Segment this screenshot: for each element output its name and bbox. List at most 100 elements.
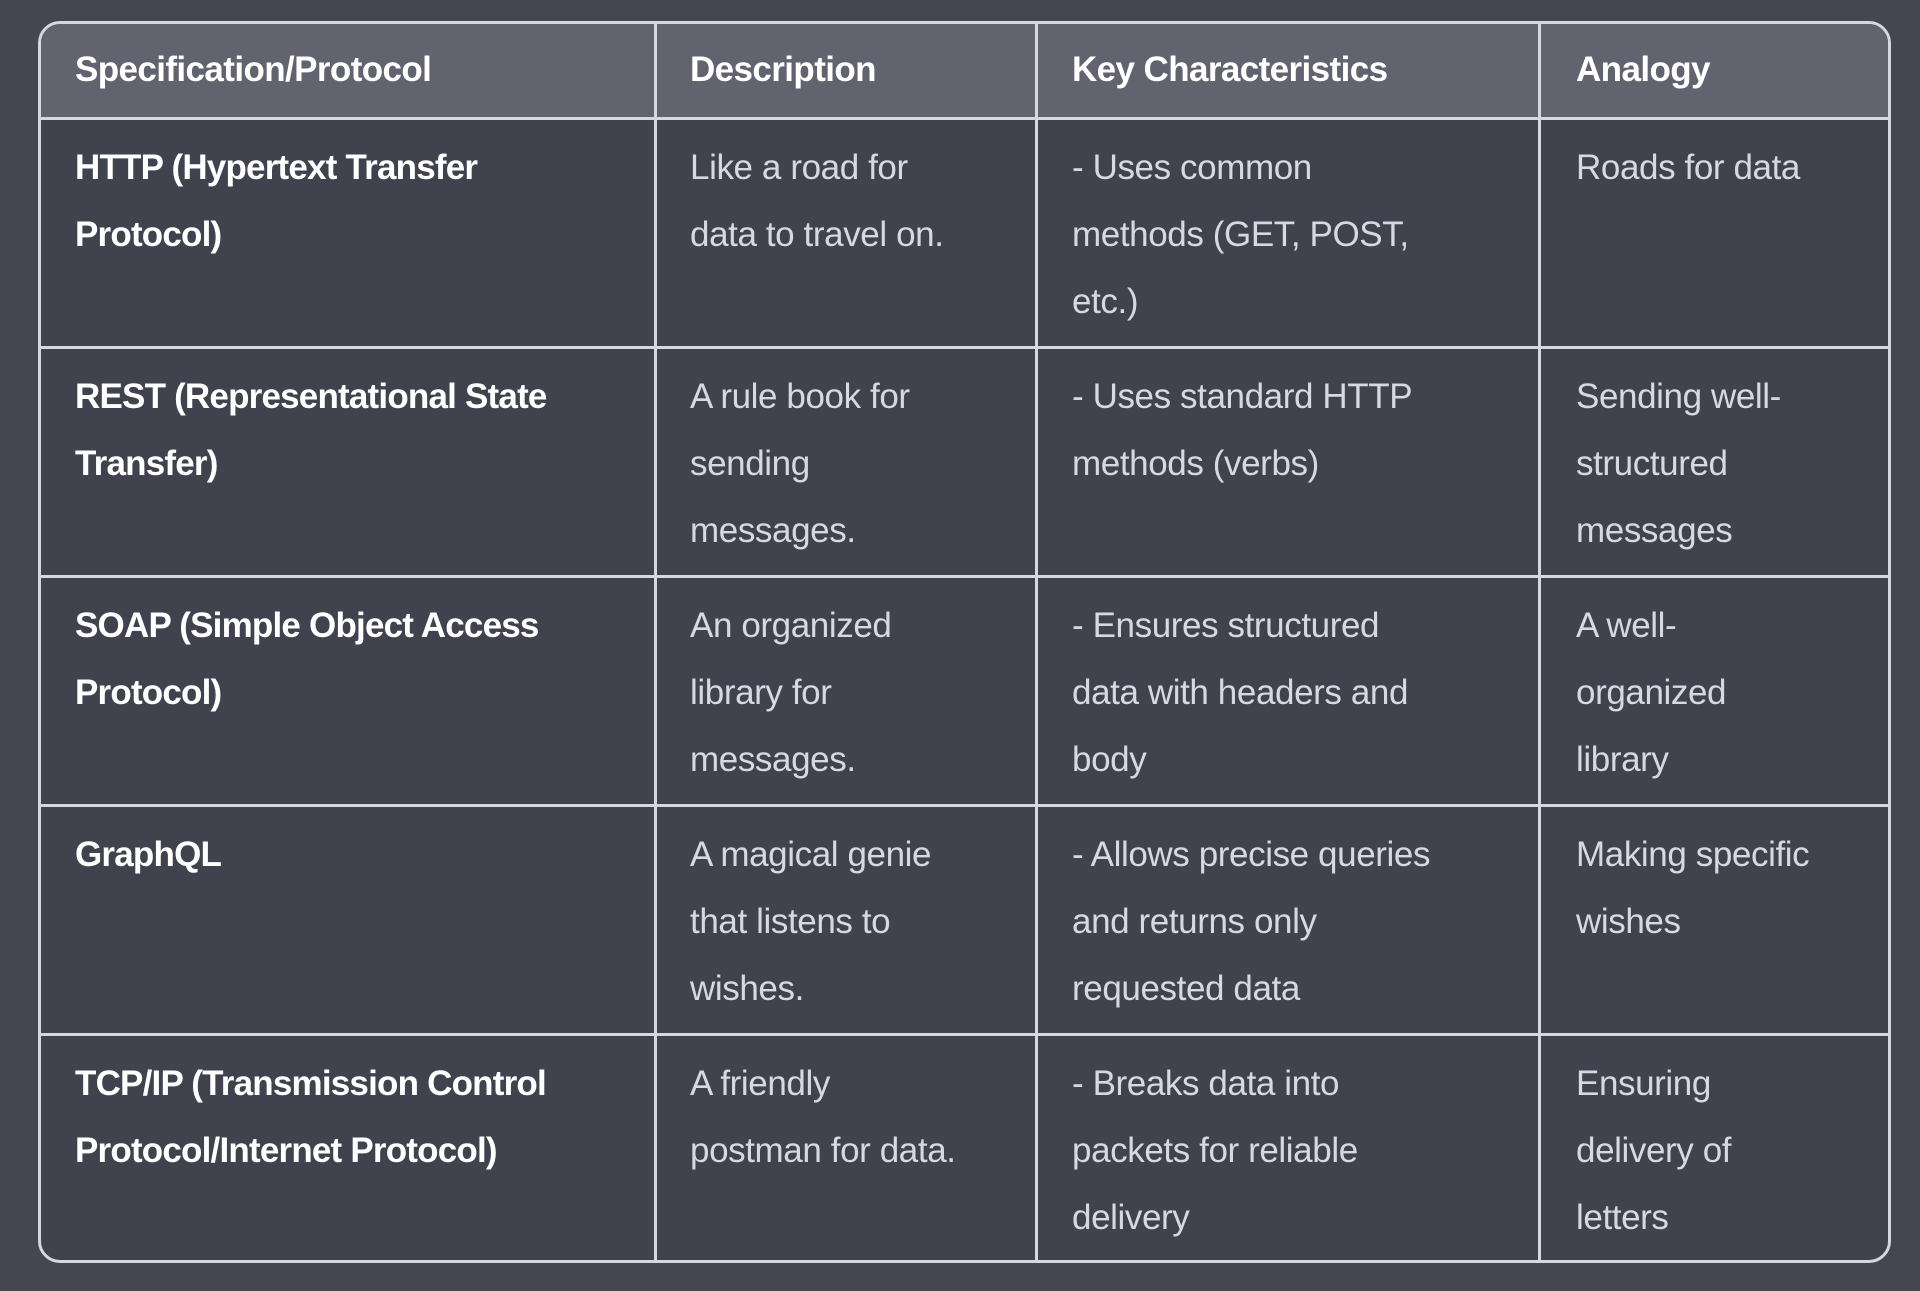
analogy-cell: Making specific wishes bbox=[1541, 807, 1888, 1033]
cell-text-line: SOAP (Simple Object Access bbox=[75, 606, 539, 645]
cell-text-line: Roads for data bbox=[1576, 148, 1800, 187]
table-row: SOAP (Simple Object Access Protocol) An or… bbox=[41, 578, 1888, 807]
table-row: GraphQL A magical genie that listens to wis… bbox=[41, 807, 1888, 1036]
spec-cell: REST (Representational State Transfer) bbox=[41, 349, 654, 575]
analogy-cell: A well-organized library bbox=[1541, 578, 1888, 804]
spec-cell: GraphQL bbox=[41, 807, 654, 1033]
cell-text-line: library for bbox=[690, 673, 832, 712]
cell-text-line: methods (GET, POST, bbox=[1072, 215, 1409, 254]
protocol-comparison-table: Specification/Protocol Description Key C… bbox=[38, 21, 1891, 1263]
cell-text-line: delivery of bbox=[1576, 1131, 1732, 1170]
analogy-cell: Ensuring delivery of letters bbox=[1541, 1036, 1888, 1260]
characteristics-cell: - Uses standard HTTP methods (verbs) bbox=[1038, 349, 1538, 575]
description-cell: A rule book for sending messages. bbox=[657, 349, 1035, 575]
cell-text: REST (Representational State Transfer) bbox=[75, 363, 547, 497]
header-cell-analogy: Analogy bbox=[1541, 24, 1888, 117]
spec-cell: SOAP (Simple Object Access Protocol) bbox=[41, 578, 654, 804]
cell-text: Like a road for data to travel on. bbox=[690, 134, 944, 268]
cell-text: Ensuring delivery of letters bbox=[1576, 1050, 1732, 1251]
cell-text-line: postman for data. bbox=[690, 1131, 956, 1170]
cell-text-line: letters bbox=[1576, 1198, 1669, 1237]
header-label: Description bbox=[690, 50, 877, 89]
cell-text-line: data to travel on. bbox=[690, 215, 944, 254]
characteristics-cell: - Breaks data into packets for reliable de… bbox=[1038, 1036, 1538, 1260]
characteristics-cell: - Ensures structured data with headers an… bbox=[1038, 578, 1538, 804]
cell-text: GraphQL bbox=[75, 821, 222, 888]
cell-text: SOAP (Simple Object Access Protocol) bbox=[75, 592, 539, 726]
header-cell-specification: Specification/Protocol bbox=[41, 24, 654, 117]
cell-text-line: messages bbox=[1576, 511, 1733, 550]
description-cell: Like a road for data to travel on. bbox=[657, 120, 1035, 346]
cell-text-line: - Ensures structured bbox=[1072, 606, 1380, 645]
cell-text: Sending well-structured messages bbox=[1576, 363, 1781, 564]
cell-text: TCP/IP (Transmission Control Protocol/Int… bbox=[75, 1050, 547, 1184]
cell-text: HTTP (Hypertext Transfer Protocol) bbox=[75, 134, 478, 268]
cell-text: Making specific wishes bbox=[1576, 821, 1810, 955]
cell-text: - Ensures structured data with headers an… bbox=[1072, 592, 1408, 793]
cell-text: An organized library for messages. bbox=[690, 592, 892, 793]
cell-text-line: An organized bbox=[690, 606, 892, 645]
cell-text-line: library bbox=[1576, 740, 1669, 779]
cell-text-line: messages. bbox=[690, 511, 856, 550]
cell-text-line: Making specific bbox=[1576, 835, 1810, 874]
cell-text-line: HTTP (Hypertext Transfer bbox=[75, 148, 478, 187]
cell-text: - Uses standard HTTP methods (verbs) bbox=[1072, 363, 1413, 497]
header-label: Key Characteristics bbox=[1072, 50, 1388, 89]
cell-text-line: that listens to bbox=[690, 902, 891, 941]
analogy-cell: Roads for data bbox=[1541, 120, 1888, 346]
cell-text: A friendly postman for data. bbox=[690, 1050, 956, 1184]
table-row: TCP/IP (Transmission Control Protocol/Int… bbox=[41, 1036, 1888, 1260]
cell-text-line: sending bbox=[690, 444, 810, 483]
cell-text-line: Sending well- bbox=[1576, 377, 1781, 416]
cell-text-line: A friendly bbox=[690, 1064, 830, 1103]
characteristics-cell: - Uses common methods (GET, POST, etc.) bbox=[1038, 120, 1538, 346]
description-cell: An organized library for messages. bbox=[657, 578, 1035, 804]
cell-text-line: organized bbox=[1576, 673, 1727, 712]
header-label: Analogy bbox=[1576, 50, 1710, 89]
cell-text-line: - Allows precise queries bbox=[1072, 835, 1431, 874]
cell-text-line: requested data bbox=[1072, 969, 1300, 1008]
table-header-row: Specification/Protocol Description Key C… bbox=[41, 24, 1888, 120]
cell-text-line: structured bbox=[1576, 444, 1728, 483]
cell-text-line: packets for reliable bbox=[1072, 1131, 1358, 1170]
cell-text: A well-organized library bbox=[1576, 592, 1727, 793]
cell-text-line: Protocol/Internet Protocol) bbox=[75, 1131, 498, 1170]
cell-text-line: - Uses common bbox=[1072, 148, 1312, 187]
spec-cell: HTTP (Hypertext Transfer Protocol) bbox=[41, 120, 654, 346]
spec-cell: TCP/IP (Transmission Control Protocol/Int… bbox=[41, 1036, 654, 1260]
cell-text: - Breaks data into packets for reliable de… bbox=[1072, 1050, 1358, 1251]
cell-text-line: A rule book for bbox=[690, 377, 910, 416]
cell-text-line: A well- bbox=[1576, 606, 1677, 645]
cell-text-line: wishes bbox=[1576, 902, 1681, 941]
cell-text-line: TCP/IP (Transmission Control bbox=[75, 1064, 547, 1103]
header-cell-characteristics: Key Characteristics bbox=[1038, 24, 1538, 117]
cell-text-line: body bbox=[1072, 740, 1147, 779]
cell-text: - Allows precise queries and returns only… bbox=[1072, 821, 1430, 1022]
column-divider bbox=[654, 24, 657, 1260]
cell-text: A magical genie that listens to wishes. bbox=[690, 821, 932, 1022]
cell-text-line: - Breaks data into bbox=[1072, 1064, 1340, 1103]
description-cell: A friendly postman for data. bbox=[657, 1036, 1035, 1260]
cell-text-line: A magical genie bbox=[690, 835, 932, 874]
characteristics-cell: - Allows precise queries and returns only… bbox=[1038, 807, 1538, 1033]
column-divider bbox=[1538, 24, 1541, 1260]
cell-text-line: Transfer) bbox=[75, 444, 218, 483]
cell-text-line: delivery bbox=[1072, 1198, 1190, 1237]
cell-text: - Uses common methods (GET, POST, etc.) bbox=[1072, 134, 1409, 335]
header-cell-description: Description bbox=[657, 24, 1035, 117]
analogy-cell: Sending well-structured messages bbox=[1541, 349, 1888, 575]
cell-text-line: Protocol) bbox=[75, 215, 222, 254]
cell-text-line: Protocol) bbox=[75, 673, 222, 712]
cell-text-line: REST (Representational State bbox=[75, 377, 547, 416]
cell-text-line: and returns only bbox=[1072, 902, 1317, 941]
cell-text-line: methods (verbs) bbox=[1072, 444, 1319, 483]
cell-text: A rule book for sending messages. bbox=[690, 363, 910, 564]
cell-text-line: messages. bbox=[690, 740, 856, 779]
cell-text-line: data with headers and bbox=[1072, 673, 1409, 712]
cell-text-line: wishes. bbox=[690, 969, 804, 1008]
cell-text: Roads for data bbox=[1576, 134, 1800, 201]
cell-text-line: Like a road for bbox=[690, 148, 908, 187]
cell-text-line: - Uses standard HTTP bbox=[1072, 377, 1413, 416]
table-row: HTTP (Hypertext Transfer Protocol) Like a … bbox=[41, 120, 1888, 349]
cell-text-line: GraphQL bbox=[75, 835, 222, 874]
